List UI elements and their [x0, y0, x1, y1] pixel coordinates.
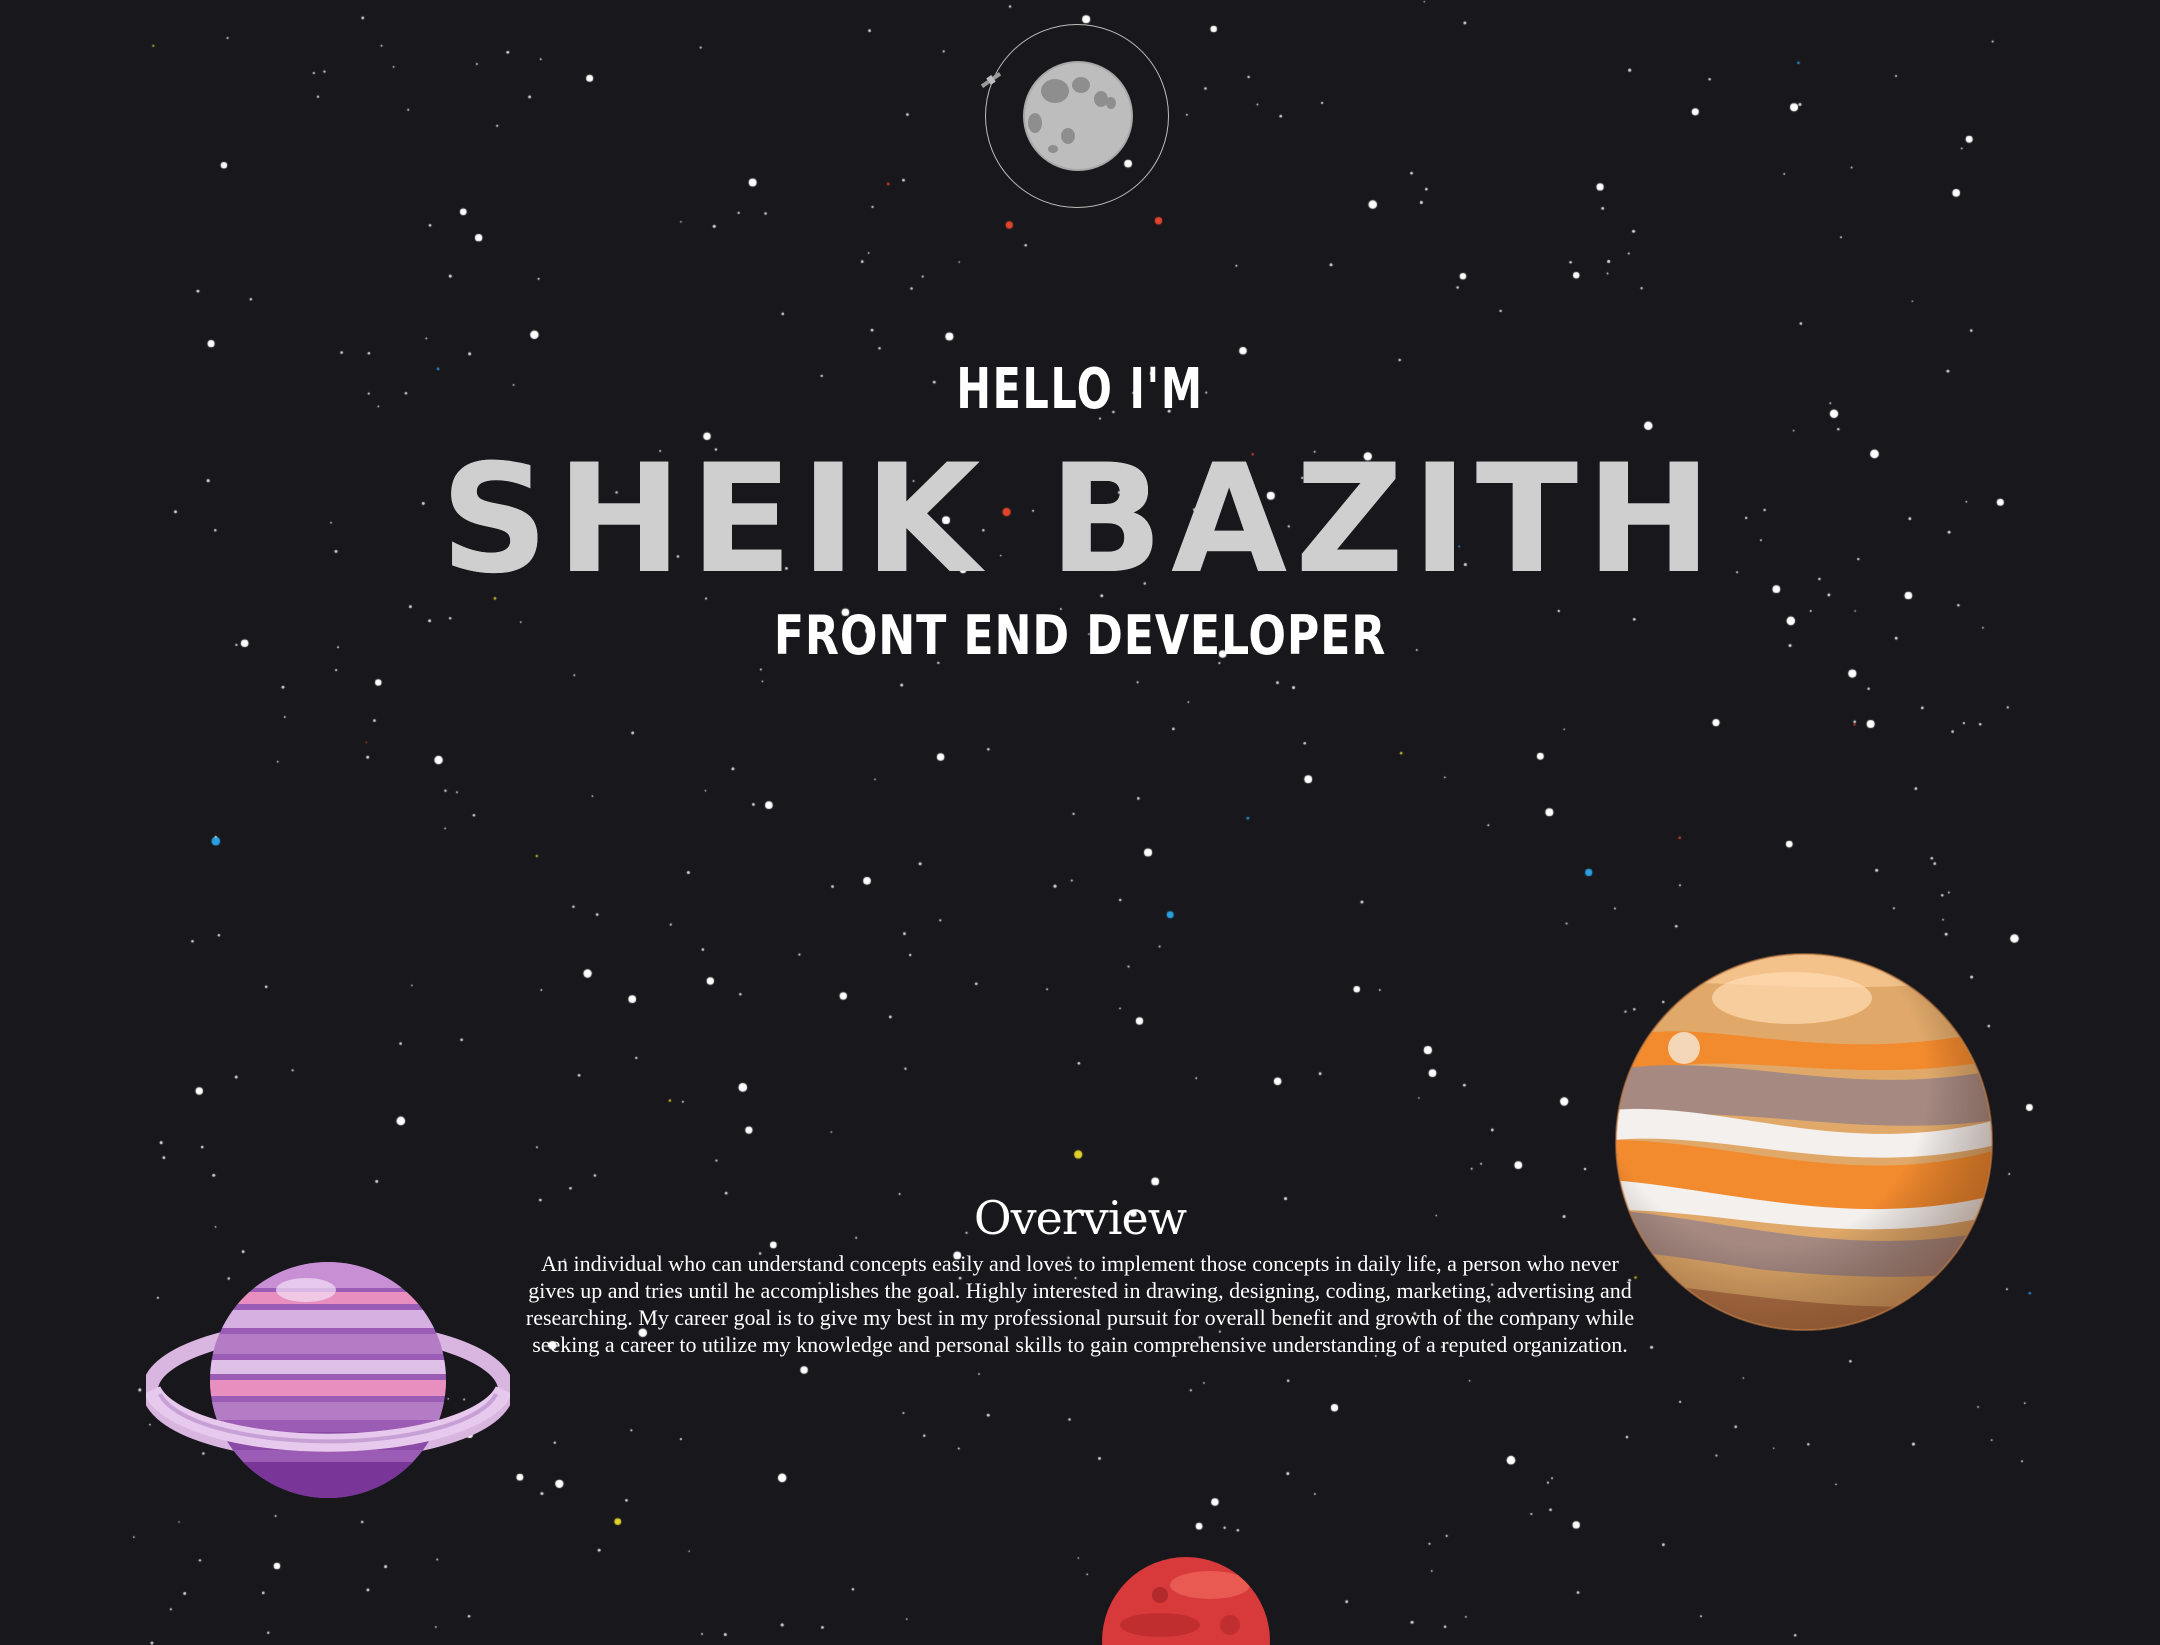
- developer-role: FRONT END DEVELOPER: [773, 604, 1387, 667]
- overview-section: Overview An individual who can understan…: [520, 1188, 1640, 1358]
- jupiter-planet-icon: [1615, 953, 1993, 1331]
- overview-heading: Overview: [973, 1191, 1187, 1245]
- moon-icon: [1023, 61, 1133, 171]
- overview-paragraph: An individual who can understand concept…: [525, 1251, 1635, 1357]
- satellite-icon: [980, 72, 1002, 88]
- developer-name: SHEIK BAZITH: [440, 433, 1720, 607]
- saturn-planet-icon: [146, 1262, 510, 1498]
- greeting-text: HELLO I'M: [956, 357, 1204, 422]
- mars-planet-icon: [1102, 1557, 1270, 1645]
- hero-section: HELLO I'M SHEIK BAZITH FRONT END DEVELOP…: [0, 360, 2160, 666]
- moon-orbit-graphic: [980, 24, 1169, 208]
